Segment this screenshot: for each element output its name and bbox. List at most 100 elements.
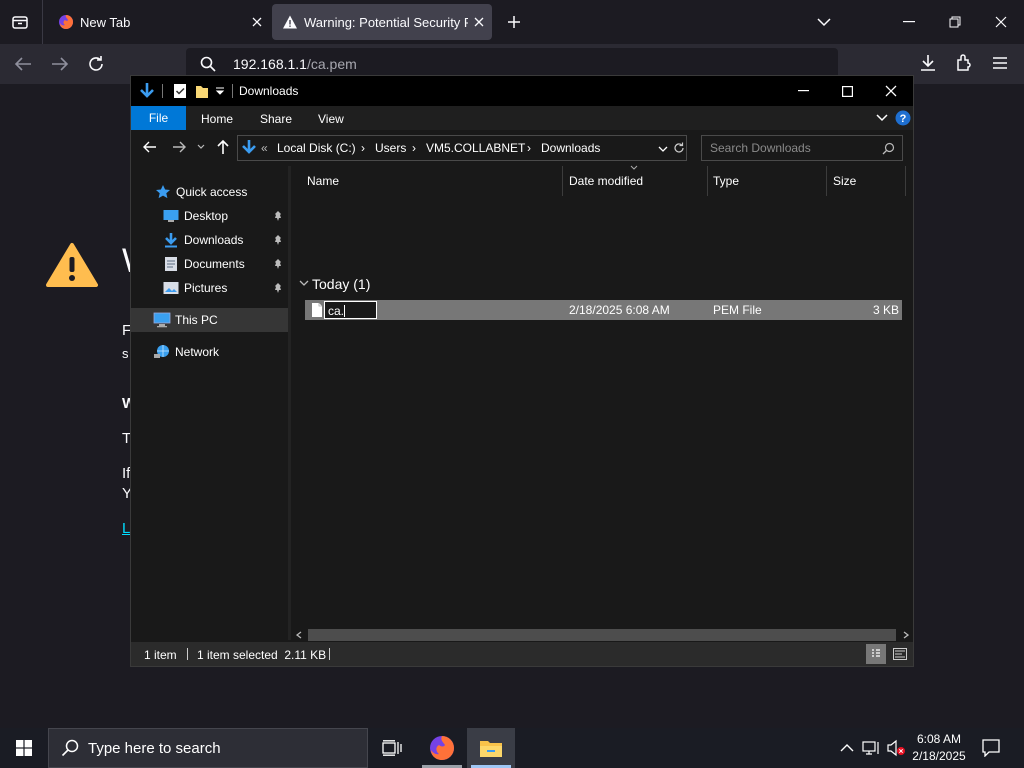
search-icon xyxy=(882,142,895,155)
chevron-up-icon[interactable] xyxy=(840,743,854,752)
new-tab-button[interactable] xyxy=(502,10,526,34)
up-arrow-icon[interactable] xyxy=(216,139,230,155)
search-placeholder: Search Downloads xyxy=(710,141,811,155)
folder-icon xyxy=(480,741,502,757)
help-icon[interactable]: ? xyxy=(895,110,911,126)
download-folder-icon xyxy=(165,233,177,248)
restore-button[interactable] xyxy=(932,8,978,36)
list-all-tabs-button[interactable] xyxy=(812,10,836,34)
pin-icon[interactable] xyxy=(273,283,283,293)
menu-icon[interactable] xyxy=(992,56,1008,70)
recent-locations-chevron-icon[interactable] xyxy=(197,144,205,150)
network-tray-icon[interactable] xyxy=(862,740,880,756)
column-header-date-modified[interactable]: Date modified xyxy=(563,166,707,196)
tab-new-tab[interactable]: New Tab xyxy=(48,4,268,40)
explorer-close-button[interactable] xyxy=(869,76,913,106)
nav-network[interactable]: Network xyxy=(131,340,288,364)
ribbon-tab-share[interactable]: Share xyxy=(260,112,292,126)
breadcrumb-downloads[interactable]: Downloads xyxy=(541,141,600,155)
breadcrumb-user-folder[interactable]: VM5.COLLABNET xyxy=(426,141,525,155)
pin-icon[interactable] xyxy=(273,235,283,245)
nav-label: Desktop xyxy=(184,209,229,223)
column-header-type[interactable]: Type xyxy=(708,166,826,196)
ribbon-tab-view[interactable]: View xyxy=(318,112,344,126)
taskbar-firefox[interactable] xyxy=(418,728,466,768)
horizontal-scrollbar[interactable] xyxy=(291,702,913,720)
expand-ribbon-icon[interactable] xyxy=(876,114,888,122)
task-view-button[interactable] xyxy=(370,728,414,768)
tab-title: Warning: Potential Security Risk xyxy=(304,14,468,30)
column-label: Size xyxy=(833,174,857,188)
taskbar-search-box[interactable]: Type here to search xyxy=(48,728,368,768)
status-divider xyxy=(329,648,330,660)
column-header-size[interactable]: Size xyxy=(827,166,905,196)
minimize-button[interactable] xyxy=(886,8,932,36)
file-row[interactable]: ca. 2/18/2025 6:08 AM PEM File 3 KB xyxy=(305,300,902,320)
address-bar[interactable]: « Local Disk (C:) › Users › VM5.COLLABNE… xyxy=(237,135,687,161)
svg-text:?: ? xyxy=(900,113,907,125)
close-window-button[interactable] xyxy=(978,8,1024,36)
download-icon[interactable] xyxy=(919,54,937,72)
task-view-icon xyxy=(382,740,402,756)
nav-this-pc[interactable]: This PC xyxy=(131,308,288,332)
forward-arrow-icon[interactable] xyxy=(172,140,186,154)
tab-divider xyxy=(42,0,43,44)
download-folder-icon xyxy=(242,140,256,154)
refresh-icon[interactable] xyxy=(673,142,685,154)
close-tab-icon[interactable] xyxy=(252,17,262,27)
close-icon xyxy=(885,85,897,97)
ribbon-tab-home[interactable]: Home xyxy=(201,112,233,126)
new-folder-icon[interactable] xyxy=(195,83,209,99)
pictures-icon xyxy=(163,282,179,294)
details-view-button[interactable] xyxy=(866,644,886,664)
volume-muted-icon[interactable] xyxy=(886,739,906,757)
address-overflow[interactable]: « xyxy=(261,141,268,155)
pin-icon[interactable] xyxy=(273,211,283,221)
horizontal-scrollbar-track[interactable] xyxy=(291,627,913,643)
scroll-left-icon[interactable] xyxy=(296,631,302,639)
page-text-line: s xyxy=(122,346,129,361)
search-icon xyxy=(61,739,79,757)
nav-documents[interactable]: Documents xyxy=(131,252,288,276)
clock-time: 6:08 AM xyxy=(916,732,962,746)
extensions-icon[interactable] xyxy=(955,54,973,72)
column-header-name[interactable]: Name xyxy=(291,166,563,196)
pin-icon[interactable] xyxy=(273,259,283,269)
scrollbar-thumb[interactable] xyxy=(308,629,896,641)
forward-arrow-icon[interactable] xyxy=(51,56,69,72)
documents-icon xyxy=(165,257,177,271)
column-separator[interactable] xyxy=(905,166,906,196)
explorer-maximize-button[interactable] xyxy=(825,76,869,106)
breadcrumb-local-disk[interactable]: Local Disk (C:) xyxy=(277,141,356,155)
rename-input[interactable]: ca. xyxy=(324,301,377,319)
address-history-chevron-icon[interactable] xyxy=(658,146,668,153)
nav-quick-access[interactable]: Quick access xyxy=(131,180,288,204)
column-label: Date modified xyxy=(569,174,644,188)
customize-toolbar-icon[interactable] xyxy=(215,86,225,96)
desktop-icon xyxy=(163,210,179,222)
large-icons-view-icon xyxy=(893,648,907,660)
nav-pictures[interactable]: Pictures xyxy=(131,276,288,300)
tab-security-warning[interactable]: Warning: Potential Security Risk xyxy=(272,4,492,40)
close-tab-icon[interactable] xyxy=(474,17,484,27)
reload-icon[interactable] xyxy=(87,55,105,73)
nav-desktop[interactable]: Desktop xyxy=(131,204,288,228)
explorer-minimize-button[interactable] xyxy=(781,76,825,106)
maximize-icon xyxy=(841,85,853,97)
taskbar-file-explorer[interactable] xyxy=(467,728,515,768)
search-box[interactable]: Search Downloads xyxy=(701,135,903,161)
nav-label: This PC xyxy=(175,313,218,327)
nav-downloads[interactable]: Downloads xyxy=(131,228,288,252)
back-arrow-icon[interactable] xyxy=(14,56,32,72)
clock[interactable]: 6:08 AM 2/18/2025 xyxy=(906,731,972,765)
tab-list-button[interactable] xyxy=(6,8,34,36)
back-arrow-icon[interactable] xyxy=(143,140,157,154)
ribbon-tab-file[interactable]: File xyxy=(131,106,186,130)
breadcrumb-users[interactable]: Users xyxy=(375,141,406,155)
scroll-right-icon[interactable] xyxy=(903,631,909,639)
large-icons-view-button[interactable] xyxy=(890,644,910,664)
browser-tab-bar: New Tab Warning: Potential Security Risk xyxy=(0,0,1024,44)
start-button[interactable] xyxy=(0,728,48,768)
properties-icon[interactable] xyxy=(173,83,187,99)
notifications-icon[interactable] xyxy=(982,739,1000,757)
